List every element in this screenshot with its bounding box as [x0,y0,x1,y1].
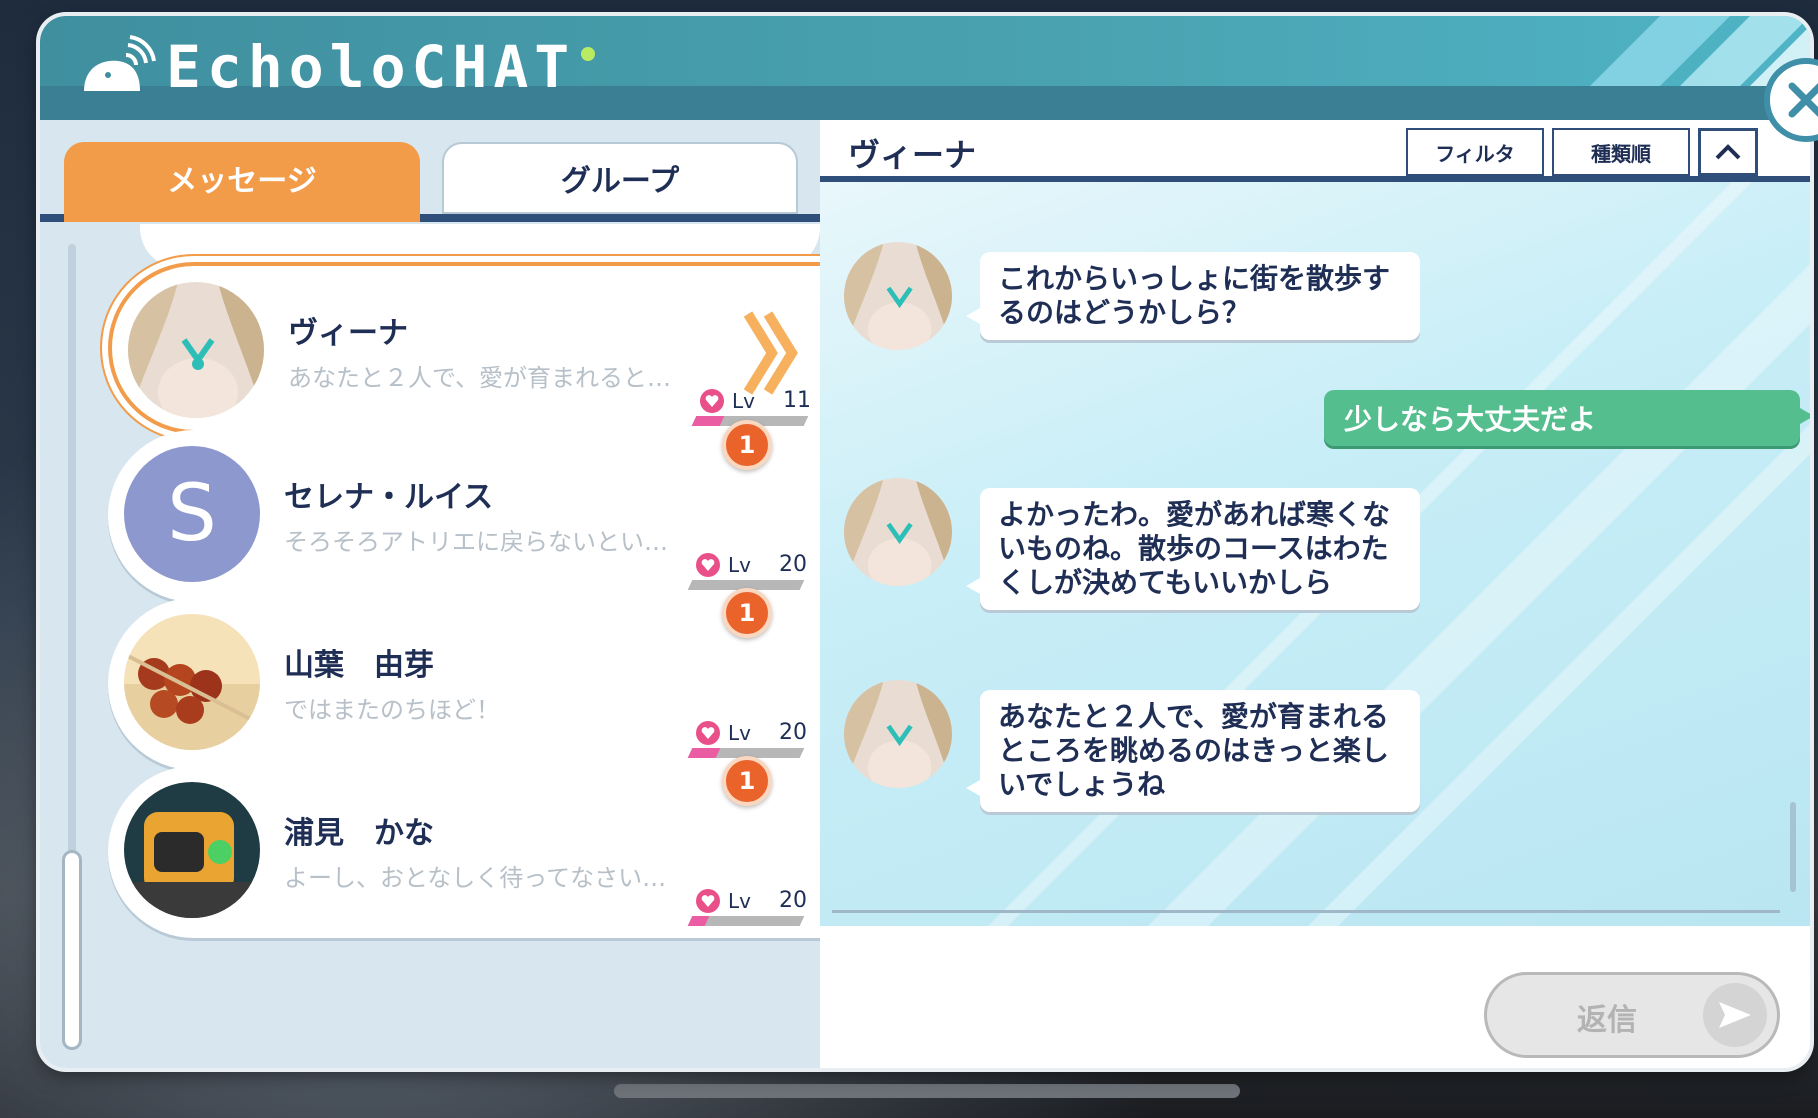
message-bubble-received: あなたと２人で、愛が育まれるところを眺めるのはきっと楽しいでしょうね [966,690,1420,812]
avatar-letter: S [167,469,217,559]
chat-panel: ヴィーナ フィルタ 種類順 これからいっしょに街を散歩するのはどうかしら？ 少し… [820,120,1810,1068]
conversation-item-vina[interactable]: ヴィーナ あなたと２人で、愛が育まれると… Lv 11 [108,262,828,434]
level-label: Lv [728,552,751,577]
chat-window: EcholoCHAT メッセージ グループ ヴィーナ あなたと２人で、愛が育まれ… [40,16,1810,1068]
message-area[interactable]: これからいっしょに街を散歩するのはどうかしら？ 少しなら大丈夫だよ よかったわ。… [820,182,1810,926]
unread-badge: 1 [722,420,772,470]
message-avatar [844,242,952,350]
level-value: 20 [778,720,807,745]
affinity-level: Lv 20 [696,888,807,913]
affinity-level: Lv 20 [696,552,807,577]
chevron-up-icon [1715,144,1741,160]
message-bubble-received: これからいっしょに街を散歩するのはどうかしら？ [966,252,1420,340]
message-bubble-received: よかったわ。愛があれば寒くないものね。散歩のコースはわたくしが決めてもいいかしら [966,488,1420,610]
avatar-urami [124,782,260,918]
avatar-serena: S [124,446,260,582]
level-label: Lv [728,720,751,745]
message-avatar [844,478,952,586]
list-scrollbar-thumb[interactable] [62,850,82,1050]
heart-icon [696,552,720,577]
close-icon [1788,82,1818,118]
level-value: 20 [778,888,807,913]
conversation-item-serena[interactable]: S セレナ・ルイス そろそろアトリエに戻らないとい… Lv 20 1 [108,420,828,602]
conversation-name: ヴィーナ [288,316,408,351]
level-label: Lv [728,888,751,913]
message-bubble-sent: 少しなら大丈夫だよ [1324,390,1810,446]
message-avatar [844,680,952,788]
sort-button[interactable]: 種類順 [1552,128,1690,176]
conversation-name: 浦見 かな [284,816,434,851]
app-title: EcholoCHAT [166,33,576,101]
conversation-name: 山葉 由芽 [284,648,434,683]
conversation-preview: あなたと２人で、愛が育まれると… [288,364,672,392]
unread-badge: 1 [722,756,772,806]
heart-icon [696,720,720,745]
logo-dot [581,47,596,61]
reply-button[interactable]: 返信 [1484,972,1780,1058]
conversation-item-yamaha[interactable]: 山葉 由芽 ではまたのちほど！ Lv 20 1 [108,588,828,770]
tab-group[interactable]: グループ [442,142,798,214]
conversation-panel: メッセージ グループ ヴィーナ あなたと２人で、愛が育まれると… Lv 11 S… [40,120,828,1068]
app-logo: EcholoCHAT [78,32,596,102]
home-indicator [614,1084,1240,1098]
chat-scrollbar[interactable] [1790,802,1796,892]
chat-contact-name: ヴィーナ [848,136,977,174]
whale-signal-icon [78,35,158,99]
avatar-yamaha [124,614,260,750]
affinity-level: Lv 20 [696,720,807,745]
conversation-item-urami[interactable]: 浦見 かな よーし、おとなしく待ってなさい… Lv 20 1 [108,756,828,938]
conversation-preview: ではまたのちほど！ [284,696,500,724]
chat-header: ヴィーナ フィルタ 種類順 [820,120,1810,182]
tab-messages[interactable]: メッセージ [64,142,420,214]
heart-icon [700,388,724,413]
tab-underline [40,214,820,222]
filter-button[interactable]: フィルタ [1406,128,1544,176]
conversation-preview: よーし、おとなしく待ってなさい… [284,864,667,892]
level-value: 20 [778,552,807,577]
send-arrow-icon [1703,983,1767,1047]
heart-icon [696,888,720,913]
collapse-button[interactable] [1698,128,1758,176]
conversation-preview: そろそろアトリエに戻らないとい… [284,528,668,556]
app-header: EcholoCHAT [40,16,1810,120]
affinity-bar [687,916,805,926]
conversation-name: セレナ・ルイス [284,480,494,515]
chat-divider [832,910,1780,913]
reply-label: 返信 [1577,1003,1637,1038]
chevron-right-icon [742,308,802,402]
avatar-vina [128,282,264,418]
unread-badge: 1 [722,588,772,638]
